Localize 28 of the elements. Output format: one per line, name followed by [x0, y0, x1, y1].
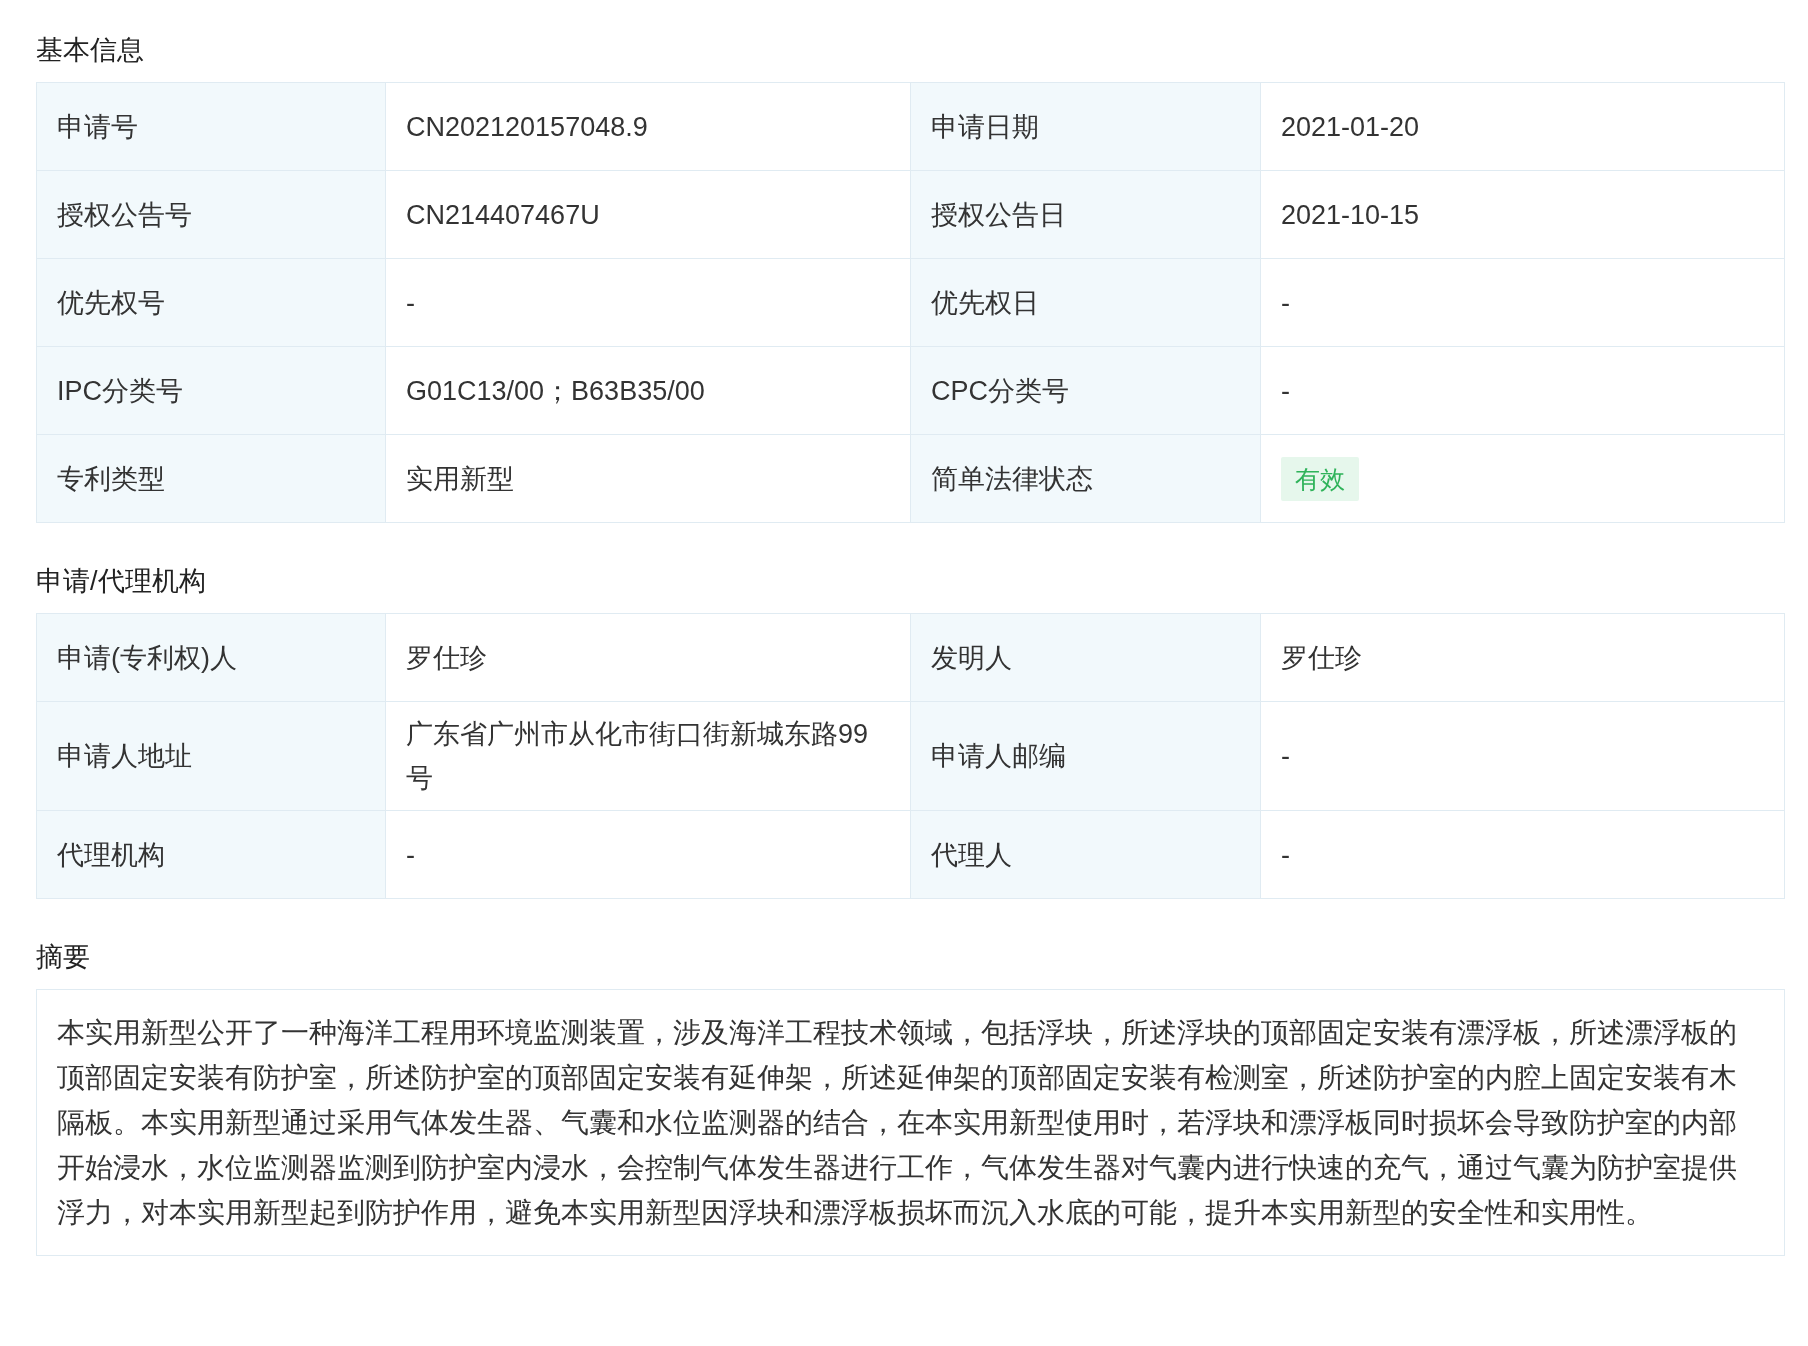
- label-cell: 专利类型: [37, 435, 386, 523]
- label-cell: 申请日期: [911, 83, 1261, 171]
- status-tag: 有效: [1281, 456, 1359, 501]
- value-cell: 2021-01-20: [1261, 83, 1785, 171]
- label-cell: 优先权日: [911, 259, 1261, 347]
- label-cell: 优先权号: [37, 259, 386, 347]
- label-cell: 授权公告日: [911, 171, 1261, 259]
- label-cell: 简单法律状态: [911, 435, 1261, 523]
- label-cell: 申请人地址: [37, 702, 386, 811]
- value-cell: -: [1261, 811, 1785, 899]
- value-cell: 罗仕珍: [1261, 614, 1785, 702]
- label-cell: 申请人邮编: [911, 702, 1261, 811]
- label-cell: 申请号: [37, 83, 386, 171]
- value-cell: -: [1261, 347, 1785, 435]
- section-title: 基本信息: [36, 34, 145, 67]
- abstract-text: 本实用新型公开了一种海洋工程用环境监测装置，涉及海洋工程技术领域，包括浮块，所述浮块的顶部固定安装有漂浮板，所述漂浮板的顶部固定安装有防护室，所述防护室的顶部固定安装有延伸架，所述延伸架的顶部固定安装有检测室，所述防护室的内腔上固定安装有木隔板。本实用新型通过采用气体发生器、气囊和水位监测器的结合，在本实用新型使用时，若浮块和漂浮板同时损坏会导致防护室的内部开始浸水，水位监测器监测到防护室内浸水，会控制气体发生器进行工作，气体发生器对气囊内进行快速的充气，通过气囊为防护室提供浮力，对本实用新型起到防护作用，避免本实用新型因浮块和漂浮板损坏而沉入水底的可能，提升本实用新型的安全性和实用性。: [36, 989, 1785, 1256]
- section-title: 申请/代理机构: [36, 565, 207, 598]
- value-cell: -: [1261, 259, 1785, 347]
- label-cell: 发明人: [911, 614, 1261, 702]
- section-title: 摘要: [36, 941, 91, 974]
- label-cell: IPC分类号: [37, 347, 386, 435]
- value-cell: 2021-10-15: [1261, 171, 1785, 259]
- label-cell: 授权公告号: [37, 171, 386, 259]
- label-cell: 代理机构: [37, 811, 386, 899]
- label-cell: 代理人: [911, 811, 1261, 899]
- value-cell: -: [1261, 702, 1785, 811]
- label-cell: CPC分类号: [911, 347, 1261, 435]
- label-cell: 申请(专利权)人: [37, 614, 386, 702]
